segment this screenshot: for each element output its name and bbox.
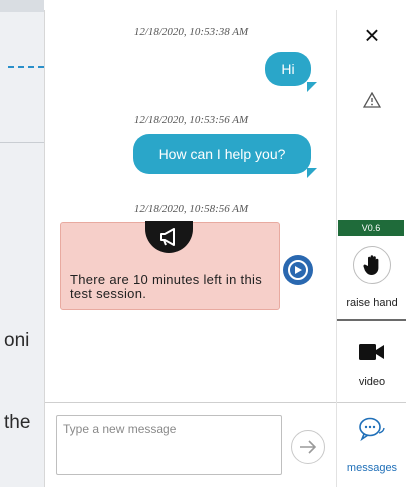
play-audio-button[interactable] bbox=[283, 255, 313, 285]
warning-icon bbox=[362, 91, 382, 108]
arrow-right-icon bbox=[300, 440, 317, 454]
toolbar-separator bbox=[337, 402, 406, 403]
side-toolbar: × V0.6 raise hand video messages bbox=[336, 10, 406, 487]
close-icon: × bbox=[364, 20, 380, 50]
video-camera-icon bbox=[359, 344, 384, 360]
hand-icon bbox=[353, 246, 391, 284]
chat-bubble-sent: Hi bbox=[265, 52, 311, 86]
system-alert-message: There are 10 minutes left in this test s… bbox=[60, 221, 280, 310]
message-timestamp: 12/18/2020, 10:58:56 AM bbox=[133, 203, 249, 215]
messages-button[interactable]: messages bbox=[337, 414, 406, 484]
background-divider bbox=[0, 142, 44, 143]
chat-bubbles-icon bbox=[359, 417, 385, 442]
message-text: How can I help you? bbox=[158, 146, 286, 162]
background-partial-text: the bbox=[4, 412, 31, 433]
close-button[interactable]: × bbox=[359, 22, 385, 48]
messages-label: messages bbox=[346, 462, 398, 474]
report-issue-button[interactable] bbox=[362, 91, 382, 108]
play-icon bbox=[288, 260, 308, 280]
input-divider bbox=[45, 402, 337, 403]
video-label: video bbox=[358, 376, 386, 388]
message-timestamp: 12/18/2020, 10:53:38 AM bbox=[133, 26, 249, 38]
background-top-bar bbox=[0, 0, 44, 12]
video-button[interactable]: video bbox=[337, 330, 406, 400]
raise-hand-label: raise hand bbox=[346, 297, 398, 309]
send-button[interactable] bbox=[291, 430, 325, 464]
background-partial-text: oni bbox=[4, 330, 30, 351]
background-dashed-line bbox=[8, 66, 44, 68]
alert-text: There are 10 minutes left in this test s… bbox=[70, 272, 262, 301]
raise-hand-button[interactable]: raise hand bbox=[337, 240, 406, 320]
bubble-tail bbox=[307, 82, 317, 92]
version-badge: V0.6 bbox=[338, 220, 404, 236]
bubble-tail bbox=[307, 168, 317, 178]
megaphone-icon bbox=[145, 221, 193, 253]
chat-bubble-sent: How can I help you? bbox=[133, 134, 311, 174]
message-input[interactable] bbox=[56, 415, 282, 475]
chat-panel: 12/18/2020, 10:53:38 AM Hi 12/18/2020, 1… bbox=[44, 10, 337, 487]
message-text: Hi bbox=[281, 61, 295, 77]
message-timestamp: 12/18/2020, 10:53:56 AM bbox=[133, 114, 249, 126]
toolbar-separator bbox=[337, 319, 406, 321]
